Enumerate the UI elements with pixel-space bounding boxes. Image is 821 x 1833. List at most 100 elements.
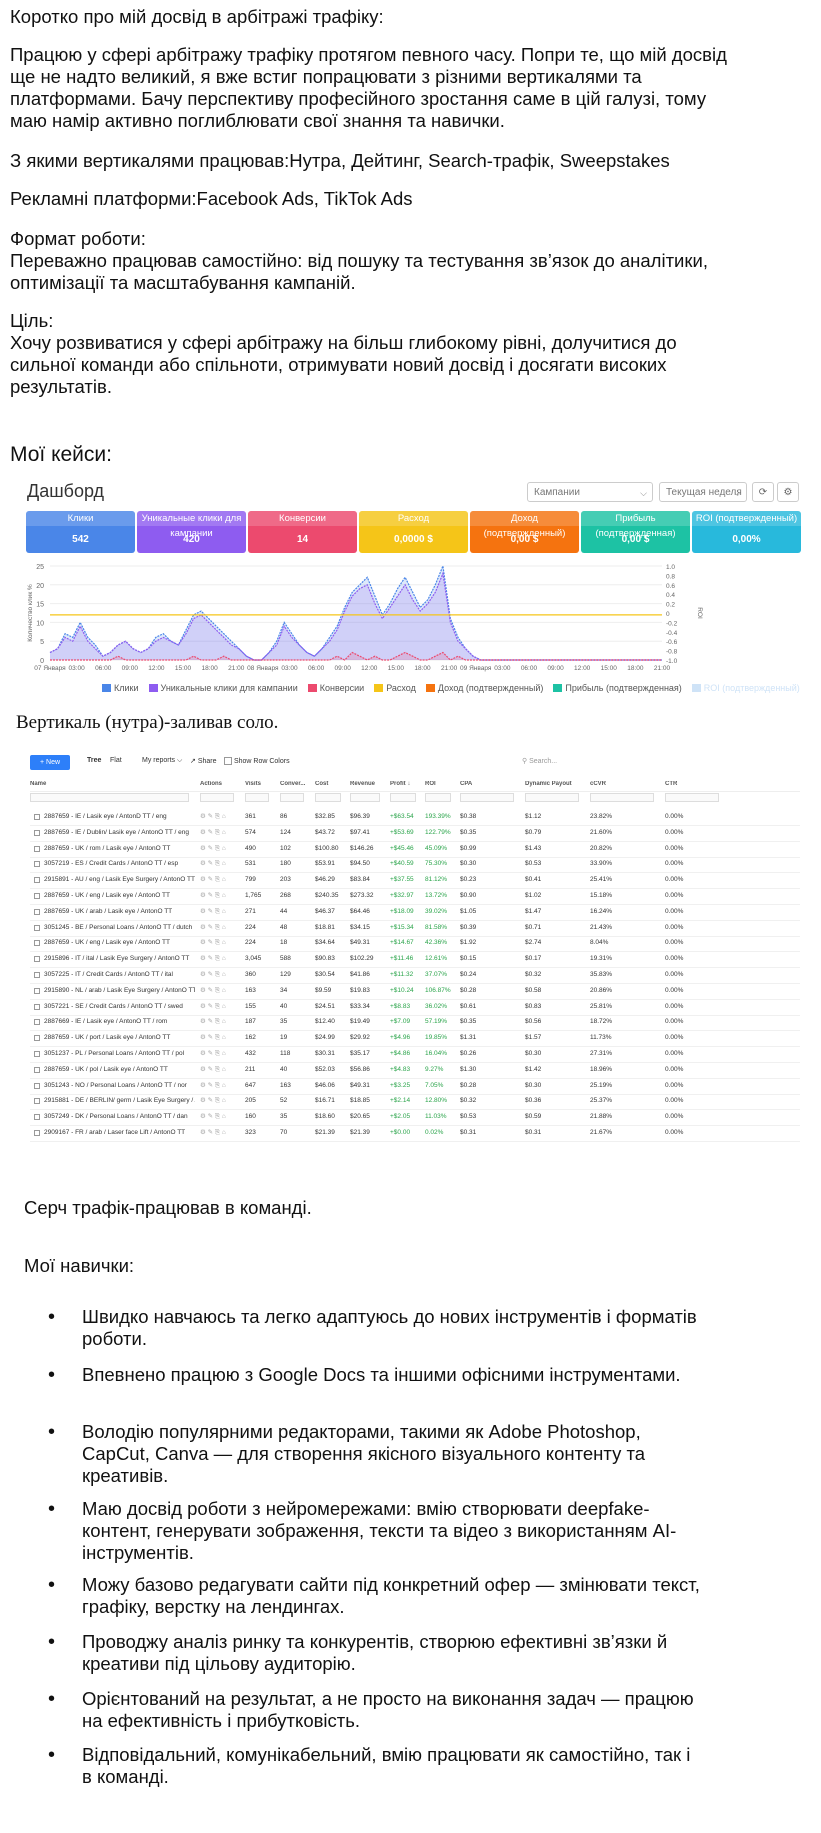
table-row[interactable]: 3057219 - ES / Credit Cards / AntonO TT … (30, 856, 800, 874)
table-row[interactable]: 2915891 - AU / eng / Lasik Eye Surgery /… (30, 872, 800, 890)
filter-input[interactable] (390, 793, 416, 802)
filter-input[interactable] (280, 793, 304, 802)
filter-input[interactable] (590, 793, 654, 802)
column-header[interactable]: ROI (425, 781, 457, 787)
row-checkbox[interactable] (34, 987, 40, 994)
legend-item[interactable]: Прибыль (подтвержденная) (553, 683, 682, 693)
row-actions-icons[interactable]: ⚙ ✎ ⎘ ⌂ (200, 983, 240, 999)
filter-input[interactable] (245, 793, 269, 802)
table-row[interactable]: 2887659 - UK / arab / Lasik eye / AntonO… (30, 904, 800, 921)
row-actions-icons[interactable]: ⚙ ✎ ⎘ ⌂ (200, 904, 240, 920)
settings-button[interactable]: ⚙ (777, 482, 799, 502)
row-checkbox[interactable] (34, 1114, 40, 1121)
row-actions-icons[interactable]: ⚙ ✎ ⎘ ⌂ (200, 999, 240, 1015)
table-row[interactable]: 2887659 - UK / pol / Lasik eye / AntonO … (30, 1062, 800, 1079)
column-header[interactable]: Conver... (280, 781, 310, 787)
legend-item[interactable]: Конверсии (307, 683, 364, 693)
new-button[interactable]: + New (30, 755, 70, 770)
row-checkbox[interactable] (34, 1035, 40, 1042)
row-checkbox[interactable] (34, 829, 40, 836)
tab-flat[interactable]: Flat (110, 757, 122, 764)
column-header[interactable]: Name (30, 781, 195, 787)
row-checkbox[interactable] (34, 1003, 40, 1010)
row-actions-icons[interactable]: ⚙ ✎ ⎘ ⌂ (200, 967, 240, 983)
campaign-select[interactable]: Кампании ⌵ (527, 482, 653, 502)
share-button[interactable]: ↗ Share (190, 757, 217, 765)
filter-input[interactable] (425, 793, 451, 802)
column-header[interactable]: CTR (665, 781, 725, 787)
table-row[interactable]: 2887659 - UK / port / Lasik eye / AntonO… (30, 1030, 800, 1048)
row-actions-icons[interactable]: ⚙ ✎ ⎘ ⌂ (200, 920, 240, 936)
show-row-colors-toggle[interactable]: Show Row Colors (224, 757, 290, 765)
table-row[interactable]: 3051237 - PL / Personal Loans / AntonO T… (30, 1046, 800, 1063)
table-row[interactable]: 2915881 - DE / BERLIN/ germ / Lasik Eye … (30, 1093, 800, 1111)
table-row[interactable]: 2887659 - UK / eng / Lasik eye / AntonO … (30, 935, 800, 953)
tab-tree[interactable]: Tree (87, 757, 101, 764)
column-header[interactable]: Cost (315, 781, 347, 787)
row-actions-icons[interactable]: ⚙ ✎ ⎘ ⌂ (200, 1046, 240, 1062)
row-actions-icons[interactable]: ⚙ ✎ ⎘ ⌂ (200, 935, 240, 951)
filter-input[interactable] (200, 793, 234, 802)
refresh-button[interactable]: ⟳ (752, 482, 774, 502)
table-row[interactable]: 2887659 - IE / Lasik eye / AntonD TT / e… (30, 809, 800, 826)
row-actions-icons[interactable]: ⚙ ✎ ⎘ ⌂ (200, 856, 240, 872)
period-select[interactable]: Текущая неделя ⌵ (659, 482, 747, 502)
filter-input[interactable] (350, 793, 380, 802)
row-checkbox[interactable] (34, 1082, 40, 1089)
row-actions-icons[interactable]: ⚙ ✎ ⎘ ⌂ (200, 825, 240, 841)
filter-input[interactable] (30, 793, 189, 802)
legend-item[interactable]: Уникальные клики для кампании (148, 683, 298, 693)
row-checkbox[interactable] (34, 940, 40, 947)
column-header[interactable]: Visits (245, 781, 275, 787)
filter-input[interactable] (315, 793, 341, 802)
legend-item[interactable]: Доход (подтвержденный) (425, 683, 543, 693)
row-checkbox[interactable] (34, 1098, 40, 1105)
row-actions-icons[interactable]: ⚙ ✎ ⎘ ⌂ (200, 1093, 240, 1109)
column-header[interactable]: Dynamic Payout (525, 781, 585, 787)
row-checkbox[interactable] (34, 1051, 40, 1057)
row-checkbox[interactable] (34, 814, 40, 820)
column-header[interactable]: Actions (200, 781, 240, 787)
row-checkbox[interactable] (34, 893, 40, 899)
row-checkbox[interactable] (34, 1130, 40, 1136)
table-row[interactable]: 3057249 - DK / Personal Loans / AntonO T… (30, 1109, 800, 1127)
row-actions-icons[interactable]: ⚙ ✎ ⎘ ⌂ (200, 1109, 240, 1125)
column-header[interactable]: CPA (460, 781, 520, 787)
table-row[interactable]: 3057225 - IT / Credit Cards / AntonO TT … (30, 967, 800, 984)
legend-item[interactable]: Клики (102, 683, 139, 693)
row-actions-icons[interactable]: ⚙ ✎ ⎘ ⌂ (200, 1014, 240, 1030)
table-row[interactable]: 2909167 - FR / arab / Laser face Lift / … (30, 1125, 800, 1142)
row-actions-icons[interactable]: ⚙ ✎ ⎘ ⌂ (200, 872, 240, 888)
row-checkbox[interactable] (34, 1019, 40, 1026)
table-row[interactable]: 3051243 - NO / Personal Loans / AntonO T… (30, 1078, 800, 1095)
checkbox[interactable] (224, 757, 232, 765)
table-row[interactable]: 2887659 - UK / rom / Lasik eye / AntonO … (30, 841, 800, 858)
row-checkbox[interactable] (34, 845, 40, 852)
row-actions-icons[interactable]: ⚙ ✎ ⎘ ⌂ (200, 951, 240, 967)
table-row[interactable]: 2887659 - UK / eng / Lasik eye / AntonO … (30, 888, 800, 905)
legend-item[interactable]: Расход (374, 683, 416, 693)
table-row[interactable]: 3057221 - SE / Credit Cards / AntonO TT … (30, 999, 800, 1016)
search-input[interactable]: ⚲ Search... (522, 757, 557, 765)
my-reports-dropdown[interactable]: My reports ⌵ (142, 757, 182, 765)
table-row[interactable]: 2887669 - IE / Lasik eye / AntonO TT / r… (30, 1014, 800, 1032)
table-row[interactable]: 2887659 - IE / Dublin/ Lasik eye / Anton… (30, 825, 800, 842)
row-checkbox[interactable] (34, 861, 40, 868)
row-actions-icons[interactable]: ⚙ ✎ ⎘ ⌂ (200, 841, 240, 857)
column-header[interactable]: Revenue (350, 781, 386, 787)
table-row[interactable]: 2915896 - IT / ital / Lasik Eye Surgery … (30, 951, 800, 969)
row-actions-icons[interactable]: ⚙ ✎ ⎘ ⌂ (200, 809, 240, 825)
filter-input[interactable] (525, 793, 579, 802)
row-actions-icons[interactable]: ⚙ ✎ ⎘ ⌂ (200, 888, 240, 904)
row-checkbox[interactable] (34, 908, 40, 915)
row-actions-icons[interactable]: ⚙ ✎ ⎘ ⌂ (200, 1125, 240, 1141)
row-actions-icons[interactable]: ⚙ ✎ ⎘ ⌂ (200, 1030, 240, 1046)
filter-input[interactable] (460, 793, 514, 802)
row-checkbox[interactable] (34, 877, 40, 884)
table-row[interactable]: 2915890 - NL / arab / Lasik Eye Surgery … (30, 983, 800, 1000)
row-checkbox[interactable] (34, 972, 40, 978)
column-header[interactable]: Profit ↓ (390, 781, 422, 787)
row-checkbox[interactable] (34, 1066, 40, 1073)
row-actions-icons[interactable]: ⚙ ✎ ⎘ ⌂ (200, 1078, 240, 1094)
table-row[interactable]: 3051245 - BE / Personal Loans / AntonO T… (30, 920, 800, 937)
